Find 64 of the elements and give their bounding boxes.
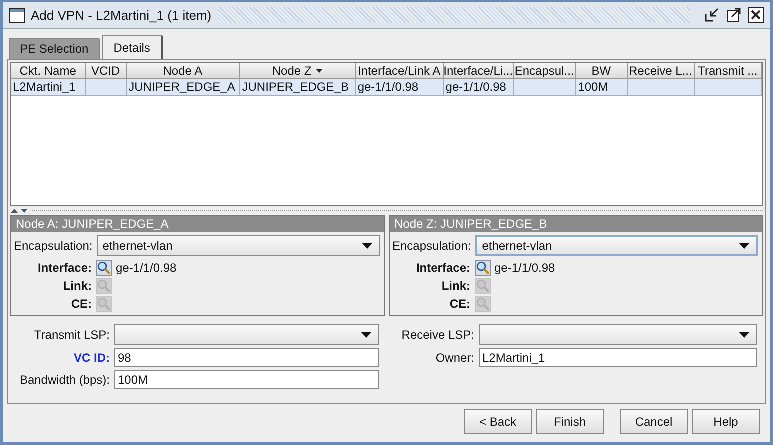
table-cell: JUNIPER_EDGE_A [126, 79, 240, 96]
column-header[interactable]: Ckt. Name [11, 63, 86, 79]
field-label: Transmit LSP: [33, 328, 110, 342]
restore-icon[interactable] [704, 7, 720, 23]
table-cell [86, 79, 127, 96]
field-label: Link: [440, 279, 470, 293]
dropdown[interactable] [478, 324, 757, 345]
caret-icon [739, 332, 750, 338]
field-label: Interface: [415, 261, 470, 275]
field-label: CE: [448, 297, 470, 311]
input-field[interactable]: L2Martini_1 [478, 348, 757, 367]
sort-icon [316, 68, 323, 72]
column-header[interactable]: Receive L... [628, 63, 695, 79]
field-label: Owner: [434, 350, 474, 364]
window-title: Add VPN - L2Martini_1 (1 item) [31, 8, 212, 22]
magnifier-icon[interactable] [474, 260, 490, 276]
table-cell: ge-1/1/0.98 [444, 79, 514, 96]
panel-title: Node A: JUNIPER_EDGE_A [11, 216, 384, 232]
caret-icon [362, 242, 372, 248]
table-cell [694, 79, 762, 96]
table-cell [514, 79, 576, 96]
splitter-arrows-icon[interactable] [10, 208, 30, 214]
column-header[interactable]: Transmit ... [694, 63, 762, 79]
dialog-button[interactable]: < Back [464, 409, 532, 434]
table-cell: ge-1/1/0.98 [356, 79, 444, 96]
dialog-button[interactable]: Cancel [620, 409, 688, 434]
panel-title: Node Z: JUNIPER_EDGE_B [390, 216, 762, 232]
dialog-button[interactable]: Help [692, 409, 760, 434]
input-field[interactable]: 100M [114, 370, 378, 389]
field-label: Bandwidth (bps): [18, 372, 110, 386]
table-cell: 100M [576, 79, 628, 96]
window-icon [9, 8, 25, 22]
close-icon[interactable] [748, 7, 764, 23]
column-header[interactable]: Node Z [240, 63, 356, 79]
table-cell: L2Martini_1 [11, 79, 86, 96]
tab[interactable]: Details [102, 35, 164, 59]
caret-icon [739, 242, 750, 248]
table-cell [628, 79, 695, 96]
field-label: Interface: [36, 261, 92, 275]
dialog-button[interactable]: Finish [536, 409, 604, 434]
caret-icon [360, 332, 372, 338]
table-row[interactable]: L2Martini_1 JUNIPER_EDGE_A JUNIPER_EDGE_B ge-1/1/0.98 ge-1/1/0.98 100M [11, 79, 762, 96]
field-label: Link: [62, 279, 92, 293]
tab[interactable]: PE Selection [9, 38, 100, 59]
column-header[interactable]: BW [576, 63, 628, 79]
column-header[interactable]: Node A [126, 63, 240, 79]
table-cell: JUNIPER_EDGE_B [240, 79, 356, 96]
field-label: Encapsulation: [14, 238, 93, 252]
column-header[interactable]: Encapsul... [514, 63, 576, 79]
field-value: ge-1/1/0.98 [116, 261, 177, 275]
field-label: CE: [70, 297, 92, 311]
input-field[interactable]: 98 [114, 348, 378, 367]
field-value: ge-1/1/0.98 [494, 261, 556, 275]
field-label: Encapsulation: [392, 238, 472, 252]
column-header[interactable]: Interface/Link A [356, 63, 444, 79]
field-label: Receive LSP: [400, 328, 474, 342]
column-header[interactable]: VCID [86, 63, 127, 79]
field-label: VC ID: [73, 350, 110, 364]
dropdown[interactable] [114, 324, 378, 345]
magnifier-icon[interactable] [96, 260, 112, 276]
dropdown[interactable]: ethernet-vlan [96, 235, 380, 256]
column-header[interactable]: Interface/Li... [444, 63, 514, 79]
maximize-icon[interactable] [726, 7, 742, 23]
dropdown[interactable]: ethernet-vlan [475, 235, 758, 256]
